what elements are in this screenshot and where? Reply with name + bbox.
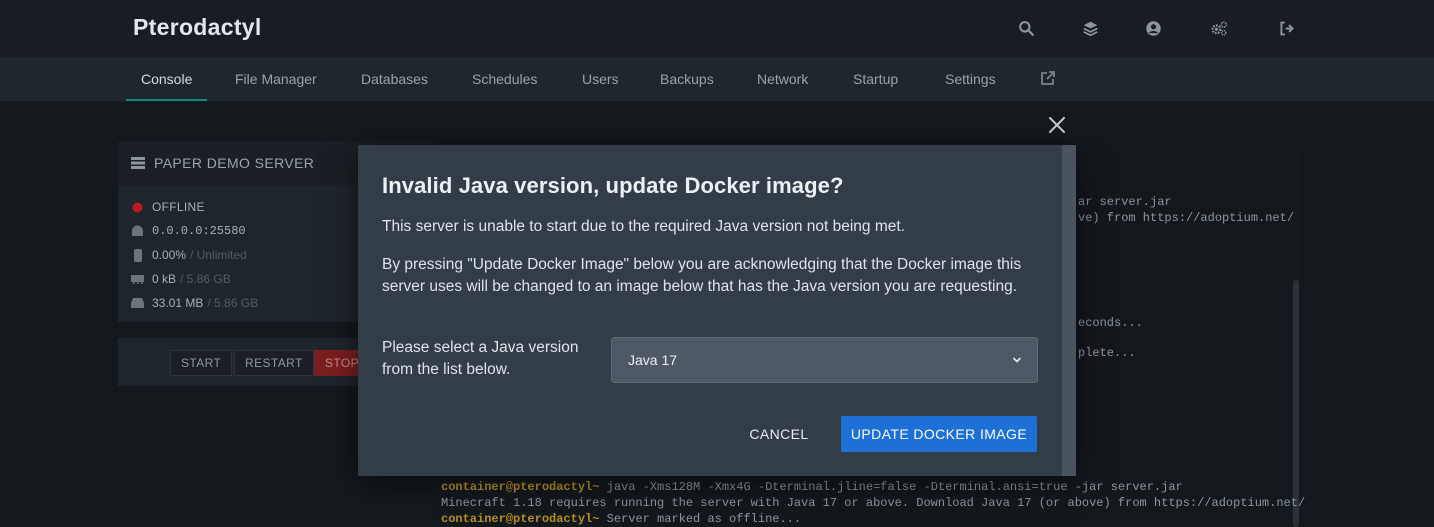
network-icon [131, 225, 144, 238]
terminal-peek-line: ar server.jar [1078, 195, 1172, 209]
cpu-limit: / Unlimited [190, 248, 247, 262]
server-status-row: OFFLINE [131, 199, 205, 215]
tab-schedules[interactable]: Schedules [457, 57, 552, 101]
modal-title: Invalid Java version, update Docker imag… [382, 173, 844, 198]
app-root: Pterodactyl Console File Manager Databas… [0, 0, 1434, 527]
chevron-down-icon [1013, 357, 1021, 363]
server-address: 0.0.0.0:25580 [152, 224, 246, 238]
terminal-line: Minecraft 1.18 requires running the serv… [441, 496, 1305, 510]
search-icon[interactable] [1016, 18, 1036, 38]
tab-startup[interactable]: Startup [838, 57, 913, 101]
terminal-peek-line: econds... [1078, 316, 1143, 330]
tab-users[interactable]: Users [567, 57, 634, 101]
java-version-selected: Java 17 [628, 352, 678, 368]
terminal-line-text: Server marked as offline... [599, 512, 802, 526]
disk-usage-row: 33.01 MB / 5.86 GB [131, 295, 258, 311]
start-button[interactable]: START [170, 350, 233, 376]
layers-icon[interactable] [1080, 18, 1100, 38]
tab-console[interactable]: Console [126, 57, 208, 101]
terminal-prompt: container@pterodactyl~ [441, 512, 600, 526]
modal-close-icon[interactable] [1046, 114, 1068, 136]
external-link-icon[interactable] [1040, 70, 1056, 86]
server-subnav: Console File Manager Databases Schedules… [0, 57, 1434, 101]
disk-limit: / 5.86 GB [207, 296, 259, 310]
modal-acknowledgement: By pressing "Update Docker Image" below … [382, 256, 1022, 295]
cpu-usage: 0.00% [152, 248, 187, 262]
cpu-usage-row: 0.00% / Unlimited [131, 247, 247, 263]
tab-databases[interactable]: Databases [346, 57, 443, 101]
disk-icon [131, 297, 144, 310]
java-version-label: Please select a Java version from the li… [382, 339, 579, 378]
logout-icon[interactable] [1276, 18, 1296, 38]
terminal-line: container@pterodactyl~ java -Xms128M -Xm… [441, 480, 1183, 494]
memory-limit: / 5.86 GB [180, 272, 231, 286]
tab-network[interactable]: Network [742, 57, 823, 101]
terminal-scrollbar-thumb[interactable] [1293, 280, 1299, 527]
terminal-line-text: Minecraft 1.18 requires running the serv… [441, 496, 1306, 510]
top-navbar: Pterodactyl [0, 0, 1434, 57]
terminal-prompt: container@pterodactyl~ [441, 480, 600, 494]
admin-cogs-icon[interactable] [1209, 18, 1229, 38]
disk-usage: 33.01 MB [152, 296, 204, 310]
memory-usage-row: 0 kB / 5.86 GB [131, 271, 231, 287]
terminal-line: container@pterodactyl~ Server marked as … [441, 512, 801, 526]
server-name: PAPER DEMO SERVER [154, 155, 315, 171]
modal-description: This server is unable to start due to th… [382, 218, 905, 235]
account-icon[interactable] [1143, 18, 1163, 38]
server-status: OFFLINE [152, 200, 205, 214]
terminal-peek-line: ve) from https://adoptium.net/ [1078, 211, 1295, 225]
terminal-peek-line: plete... [1078, 346, 1136, 360]
java-version-select[interactable]: Java 17 [611, 337, 1038, 383]
tab-backups[interactable]: Backups [645, 57, 729, 101]
server-icon [131, 157, 145, 169]
cancel-button[interactable]: CANCEL [737, 416, 821, 452]
memory-usage: 0 kB [152, 272, 177, 286]
modal-scrollbar[interactable] [1062, 145, 1076, 476]
tab-file-manager[interactable]: File Manager [220, 57, 332, 101]
tab-settings[interactable]: Settings [930, 57, 1011, 101]
brand-logo[interactable]: Pterodactyl [133, 14, 262, 41]
status-dot-icon [131, 201, 144, 214]
update-docker-image-button[interactable]: UPDATE DOCKER IMAGE [841, 416, 1037, 452]
terminal-line-text: java -Xms128M -Xmx4G -Dterminal.jline=fa… [599, 480, 1183, 494]
memory-icon [131, 273, 144, 286]
server-address-row: 0.0.0.0:25580 [131, 223, 246, 239]
cpu-icon [131, 248, 144, 262]
restart-button[interactable]: RESTART [234, 350, 314, 376]
